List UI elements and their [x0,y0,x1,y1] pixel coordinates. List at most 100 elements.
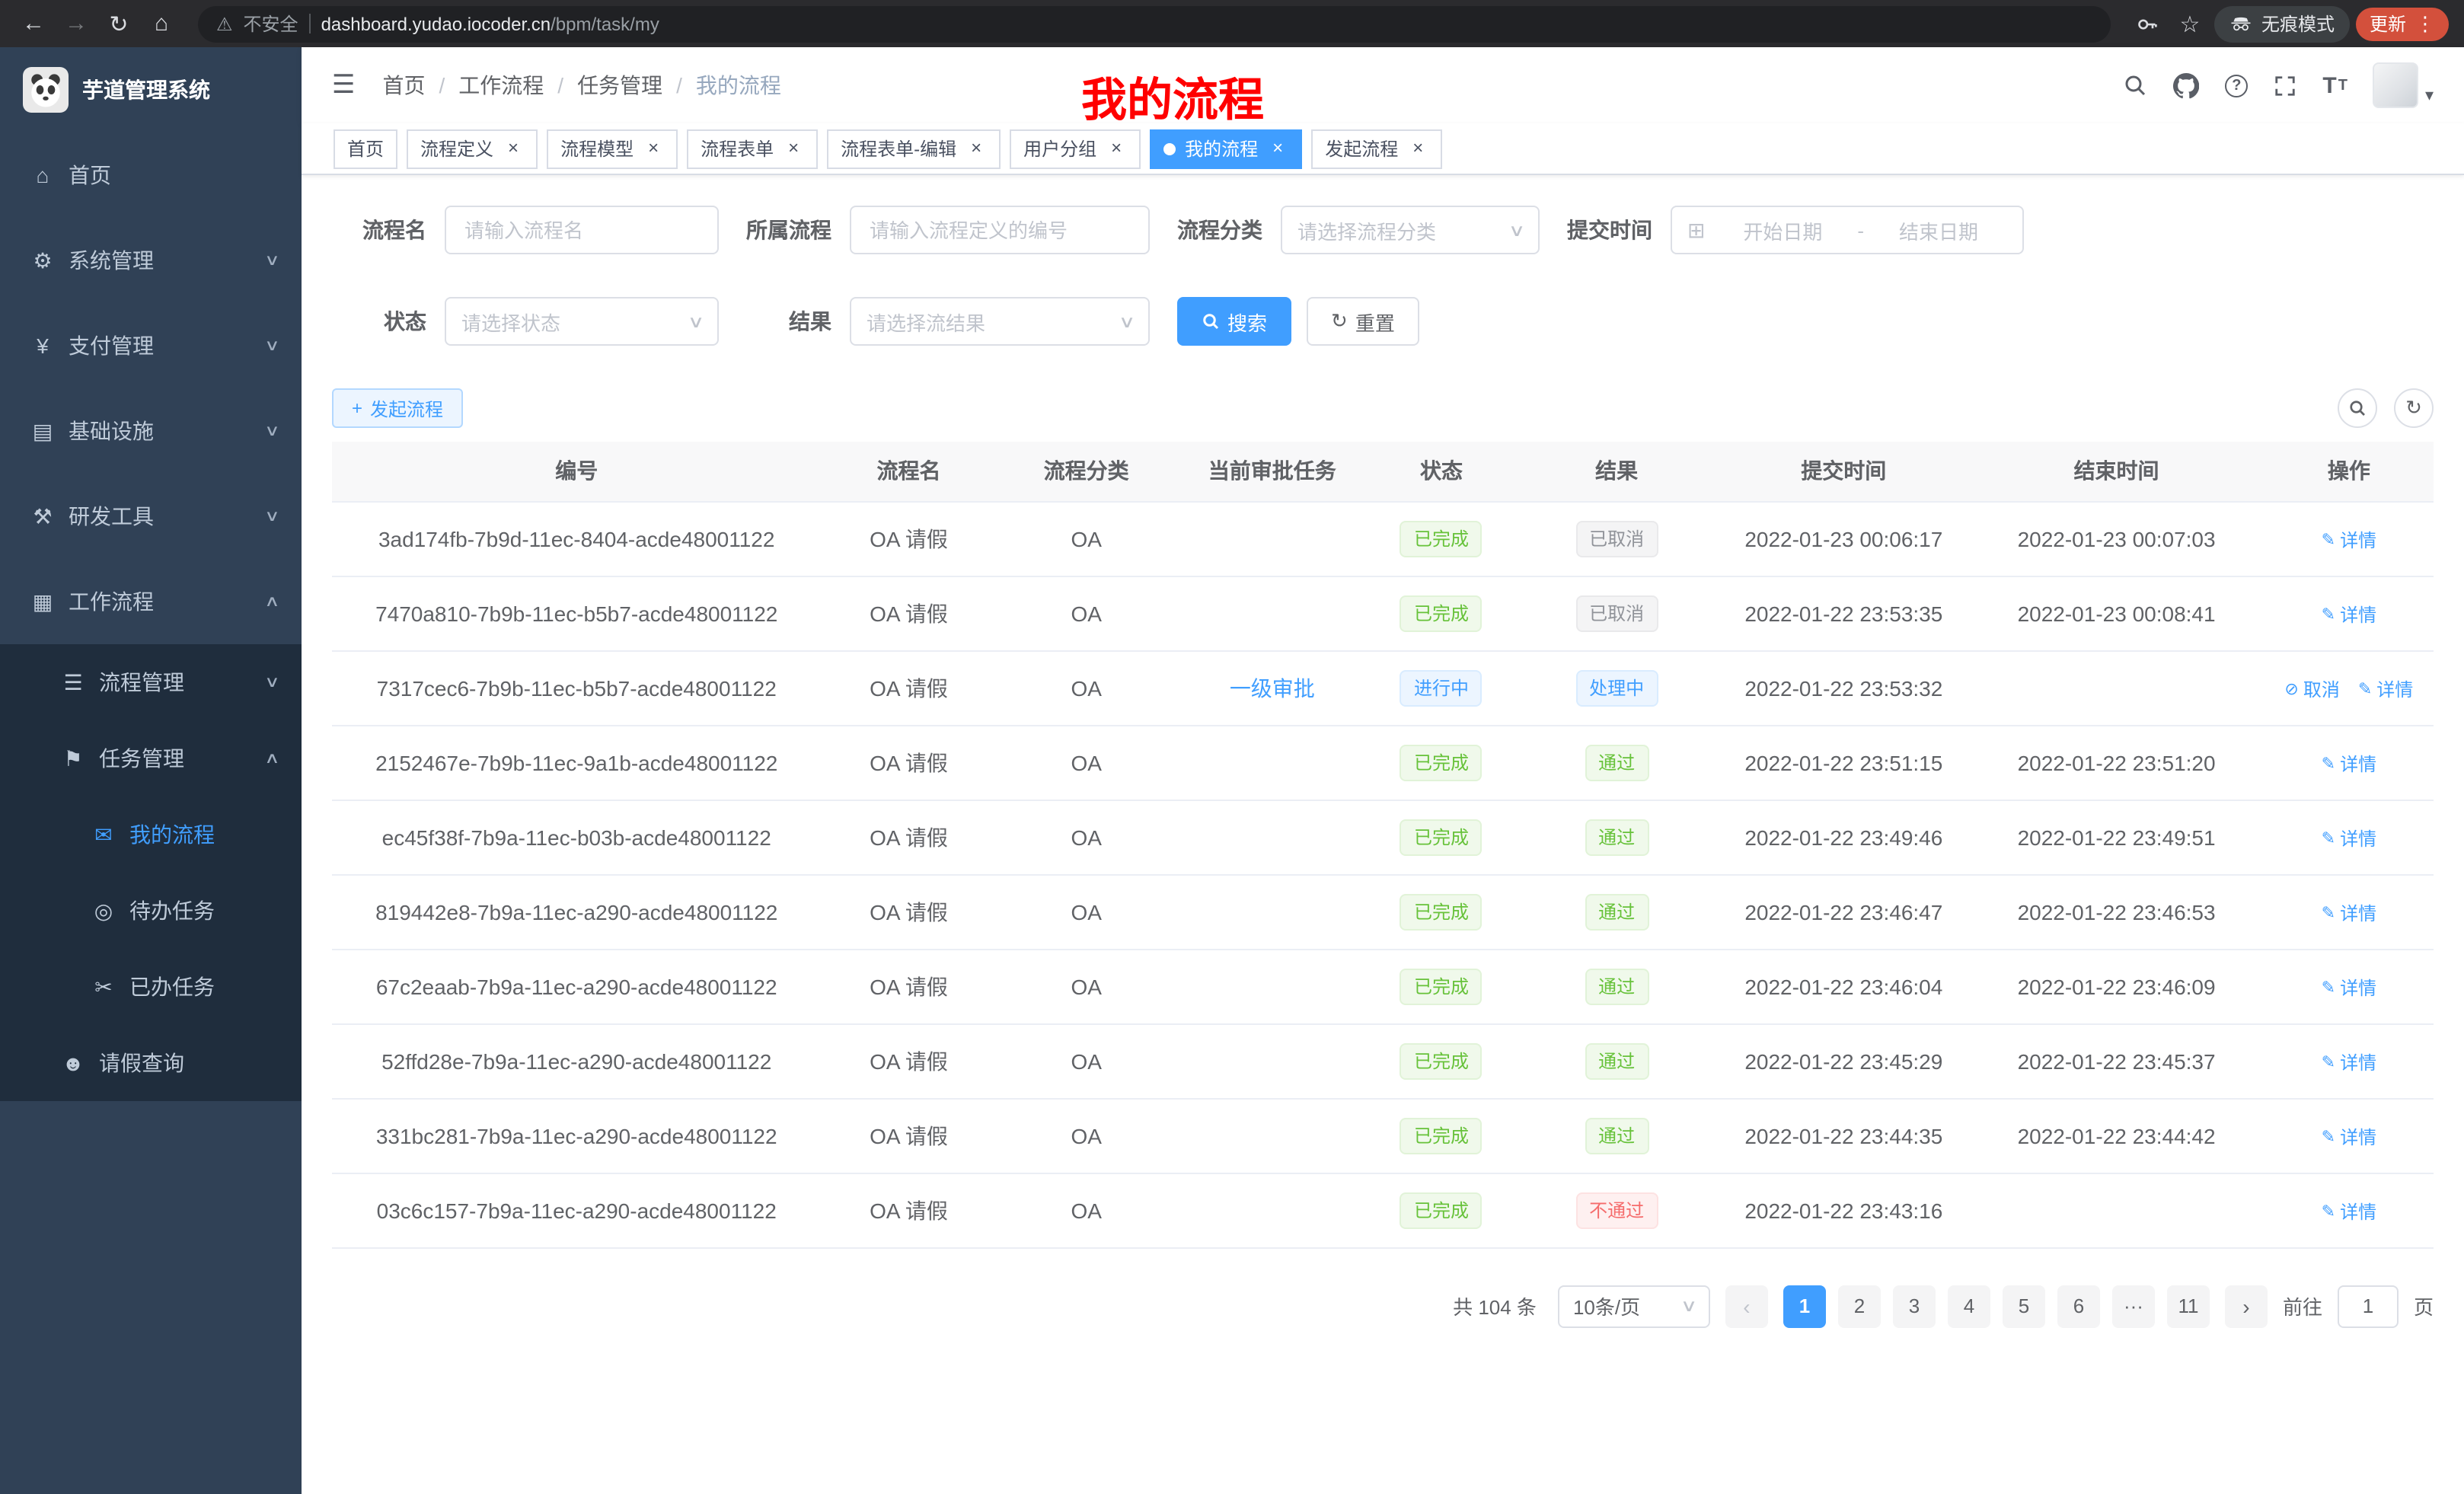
breadcrumb-item[interactable]: 工作流程 [458,70,544,101]
sidebar-item-label: 待办任务 [129,895,215,926]
cancel-link[interactable]: ⊘取消 [2284,675,2339,701]
cell-submit-time: 2022-01-22 23:53:32 [1719,650,1968,725]
pagination-page-3[interactable]: 3 [1893,1285,1936,1327]
bookmark-star-icon[interactable]: ☆ [2172,5,2208,42]
detail-link[interactable]: ✎详情 [2322,750,2376,776]
tab-home[interactable]: 首页 [334,129,397,168]
font-size-icon[interactable]: TT [2322,72,2348,98]
reset-button[interactable]: ↻ 重置 [1307,297,1419,346]
tab-process-model[interactable]: 流程模型× [547,129,678,168]
update-label: 更新 [2370,11,2406,37]
status-tag: 已完成 [1400,520,1483,557]
refresh-table-button[interactable]: ↻ [2394,388,2434,428]
action-label: 详情 [2340,601,2376,627]
select-placeholder: 请选择流结果 [867,307,985,336]
action-label: 详情 [2340,1049,2376,1074]
password-key-icon[interactable] [2129,5,2166,42]
current-task-link[interactable]: 一级审批 [1230,675,1315,700]
close-icon[interactable]: × [965,138,987,159]
app-logo[interactable]: 芋道管理系统 [0,47,302,132]
sidebar-item-leave-query[interactable]: ☻请假查询 [0,1025,302,1101]
detail-link[interactable]: ✎详情 [2322,825,2376,851]
page-size-select[interactable]: 10条/页 ∨ [1558,1285,1710,1327]
pagination-page-2[interactable]: 2 [1838,1285,1881,1327]
pagination-more-button[interactable]: ··· [2112,1285,2155,1327]
address-bar[interactable]: ⚠ 不安全 dashboard.yudao.iocoder.cn/bpm/tas… [198,5,2111,42]
result-tag: 已取消 [1575,520,1658,557]
table-row: 67c2eaab-7b9a-11ec-a290-acde48001122OA 请… [332,949,2434,1023]
browser-back-icon[interactable]: ← [15,5,52,42]
tab-process-definition[interactable]: 流程定义× [407,129,538,168]
tab-process-form[interactable]: 流程表单× [687,129,818,168]
detail-link[interactable]: ✎详情 [2322,1123,2376,1149]
sidebar-item-workflow[interactable]: ▦工作流程∧ [0,559,302,644]
detail-link[interactable]: ✎详情 [2322,899,2376,925]
detail-link[interactable]: ✎详情 [2322,1049,2376,1074]
pagination-page-1[interactable]: 1 [1783,1285,1826,1327]
detail-link[interactable]: ✎详情 [2322,1198,2376,1224]
action-label: 详情 [2340,750,2376,776]
sidebar-item-infrastructure[interactable]: ▤基础设施∨ [0,388,302,474]
pagination-page-5[interactable]: 5 [2003,1285,2045,1327]
fullscreen-icon[interactable] [2274,74,2296,97]
sidebar-item-payment-management[interactable]: ¥支付管理∨ [0,303,302,388]
category-select[interactable]: 请选择流程分类 ∨ [1281,206,1540,254]
breadcrumb-item[interactable]: 首页 [383,70,426,101]
cell-current-task [1176,1098,1368,1173]
sidebar-item-system-management[interactable]: ⚙系统管理∨ [0,218,302,303]
create-process-button[interactable]: + 发起流程 [332,388,463,428]
detail-link[interactable]: ✎详情 [2322,974,2376,1000]
breadcrumb-item[interactable]: 任务管理 [577,70,662,101]
sidebar-item-todo-tasks[interactable]: ◎待办任务 [0,873,302,949]
browser-reload-icon[interactable]: ↻ [101,5,137,42]
search-icon[interactable] [2123,73,2147,97]
toggle-search-button[interactable] [2338,388,2377,428]
browser-home-icon[interactable]: ⌂ [143,5,180,42]
sidebar-item-label: 研发工具 [69,501,154,532]
github-icon[interactable] [2173,72,2199,98]
cell-name: OA 请假 [821,1173,996,1247]
search-button[interactable]: 搜索 [1177,297,1291,346]
menu-dots-icon[interactable]: ⋮ [2415,11,2435,36]
browser-forward-icon[interactable]: → [58,5,94,42]
pagination-page-6[interactable]: 6 [2057,1285,2100,1327]
tab-start-process[interactable]: 发起流程× [1311,129,1442,168]
close-icon[interactable]: × [1407,138,1428,159]
chevron-down-icon: ∨ [1119,311,1136,331]
detail-link[interactable]: ✎详情 [2322,526,2376,552]
chevron-down-icon: ∨ [263,423,279,439]
help-icon[interactable]: ? [2225,74,2248,97]
goto-page-input[interactable] [2338,1285,2399,1327]
update-button[interactable]: 更新 ⋮ [2356,7,2449,40]
process-definition-input[interactable] [850,206,1150,254]
sidebar-item-task-management[interactable]: ⚑任务管理∧ [0,720,302,796]
tab-user-group[interactable]: 用户分组× [1010,129,1141,168]
sidebar-item-done-tasks[interactable]: ✂已办任务 [0,949,302,1025]
pagination-next-button[interactable]: › [2225,1285,2268,1327]
incognito-badge[interactable]: 无痕模式 [2214,5,2350,42]
submit-time-range[interactable]: ⊞ 开始日期 - 结束日期 [1671,206,2024,254]
tab-process-form-edit[interactable]: 流程表单-编辑× [827,129,1001,168]
close-icon[interactable]: × [1106,138,1127,159]
tab-my-process[interactable]: 我的流程× [1150,129,1302,168]
sidebar-item-my-process[interactable]: ✉我的流程 [0,796,302,873]
detail-link[interactable]: ✎详情 [2322,601,2376,627]
close-icon[interactable]: × [503,138,524,159]
sidebar-item-dev-tools[interactable]: ⚒研发工具∨ [0,474,302,559]
close-icon[interactable]: × [1267,138,1288,159]
detail-link[interactable]: ✎详情 [2358,675,2413,701]
process-name-input[interactable] [445,206,719,254]
result-select[interactable]: 请选择流结果 ∨ [850,297,1150,346]
pagination-page-11[interactable]: 11 [2167,1285,2210,1327]
close-icon[interactable]: × [783,138,804,159]
sidebar-item-process-management[interactable]: ☰流程管理∨ [0,644,302,720]
sidebar-item-home[interactable]: ⌂首页 [0,132,302,218]
user-avatar[interactable]: ▾ [2373,62,2434,108]
cell-current-task [1176,800,1368,874]
status-select[interactable]: 请选择状态 ∨ [445,297,719,346]
hamburger-icon[interactable]: ☰ [332,70,356,101]
pagination-prev-button[interactable]: ‹ [1725,1285,1768,1327]
pagination-page-4[interactable]: 4 [1948,1285,1990,1327]
plus-icon: + [352,397,362,419]
close-icon[interactable]: × [643,138,664,159]
